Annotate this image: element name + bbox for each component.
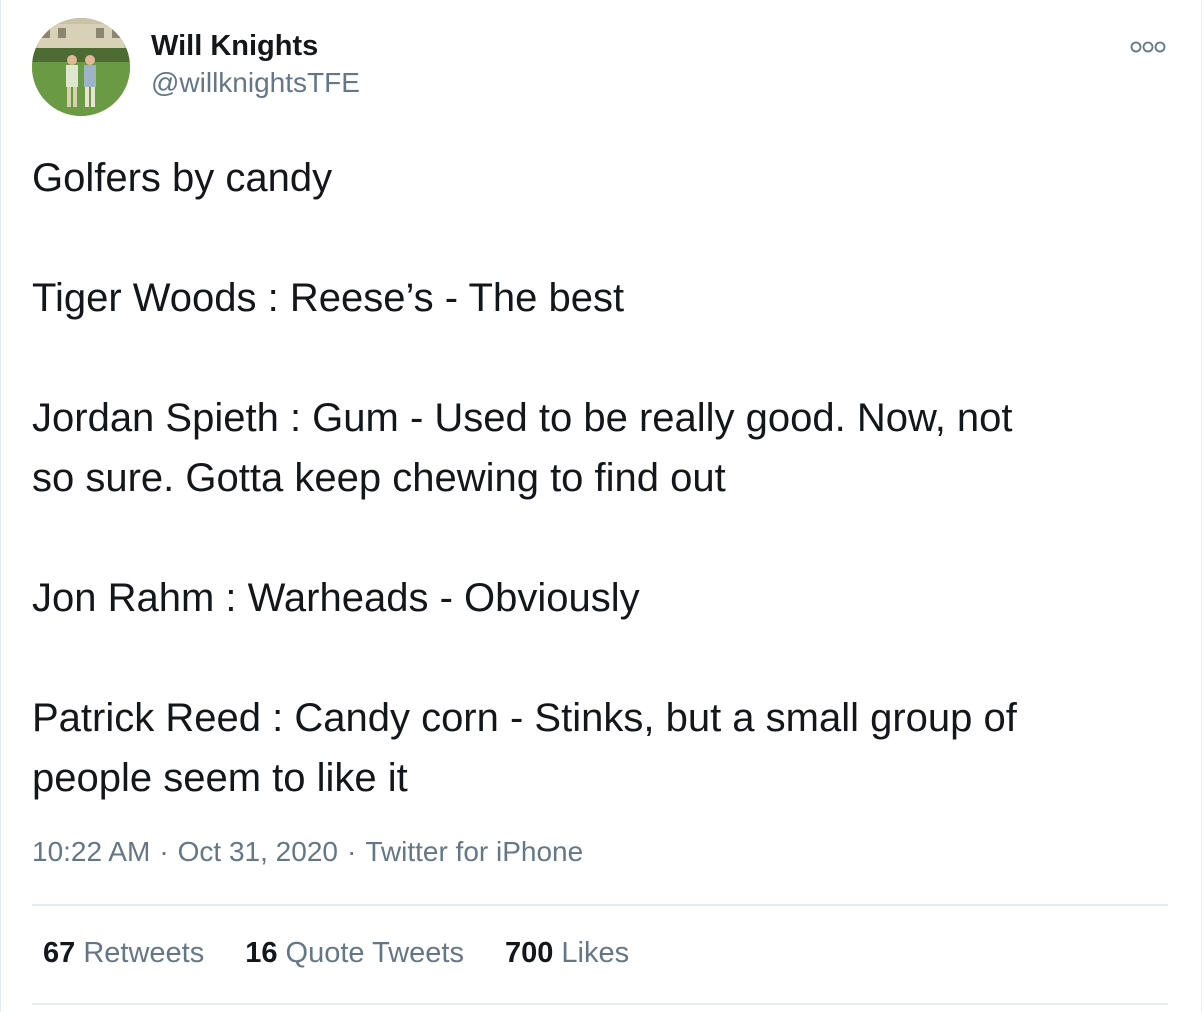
- quote-tweets-count: 16: [245, 937, 278, 969]
- meta-separator: ·: [159, 836, 169, 867]
- retweets-stat[interactable]: 67 Retweets: [43, 937, 204, 970]
- tweet-line: so sure. Gotta keep chewing to find out: [32, 456, 726, 500]
- tweet-line: Patrick Reed : Candy corn - Stinks, but …: [32, 696, 1017, 740]
- author-display-name[interactable]: Will Knights: [151, 30, 318, 63]
- tweet-paragraph: Jordan Spieth : Gum - Used to be really …: [32, 388, 1142, 508]
- tweet-date[interactable]: Oct 31, 2020: [178, 836, 338, 867]
- tweet-paragraph: Jon Rahm : Warheads - Obviously: [32, 568, 1142, 628]
- tweet-paragraph: Tiger Woods : Reese’s - The best: [32, 268, 1142, 328]
- meta-separator: ·: [346, 836, 357, 867]
- tweet-line: people seem to like it: [32, 756, 408, 800]
- retweets-label: Retweets: [83, 937, 205, 969]
- divider: [32, 904, 1168, 906]
- quote-tweets-stat[interactable]: 16 Quote Tweets: [245, 937, 464, 970]
- avatar[interactable]: [32, 18, 130, 116]
- tweet-line: Jon Rahm : Warheads - Obviously: [32, 576, 640, 620]
- retweets-count: 67: [43, 937, 76, 969]
- tweet-paragraph: Patrick Reed : Candy corn - Stinks, but …: [32, 688, 1142, 808]
- likes-label: Likes: [561, 937, 630, 969]
- tweet-text: Golfers by candy Tiger Woods : Reese’s -…: [32, 148, 1142, 808]
- tweet-paragraph: Golfers by candy: [32, 148, 1142, 208]
- tweet-meta: 10:22 AM · Oct 31, 2020 · Twitter for iPhone: [32, 836, 583, 868]
- frame-left-border: [0, 0, 1, 1012]
- avatar-photo: [32, 18, 130, 116]
- divider: [32, 1003, 1168, 1005]
- tweet-time[interactable]: 10:22 AM: [32, 836, 150, 867]
- quote-tweets-label: Quote Tweets: [285, 937, 464, 969]
- tweet-line: Golfers by candy: [32, 156, 333, 200]
- author-handle[interactable]: @willknightsTFE: [151, 67, 360, 99]
- more-options-icon[interactable]: [1128, 36, 1168, 58]
- tweet-source[interactable]: Twitter for iPhone: [365, 836, 583, 867]
- tweet-stats: 67 Retweets 16 Quote Tweets 700 Likes: [43, 937, 670, 970]
- likes-count: 700: [504, 937, 554, 969]
- tweet-line: Jordan Spieth : Gum - Used to be really …: [32, 396, 1013, 440]
- likes-stat[interactable]: 700 Likes: [505, 937, 629, 970]
- tweet-line: Tiger Woods : Reese’s - The best: [32, 276, 625, 320]
